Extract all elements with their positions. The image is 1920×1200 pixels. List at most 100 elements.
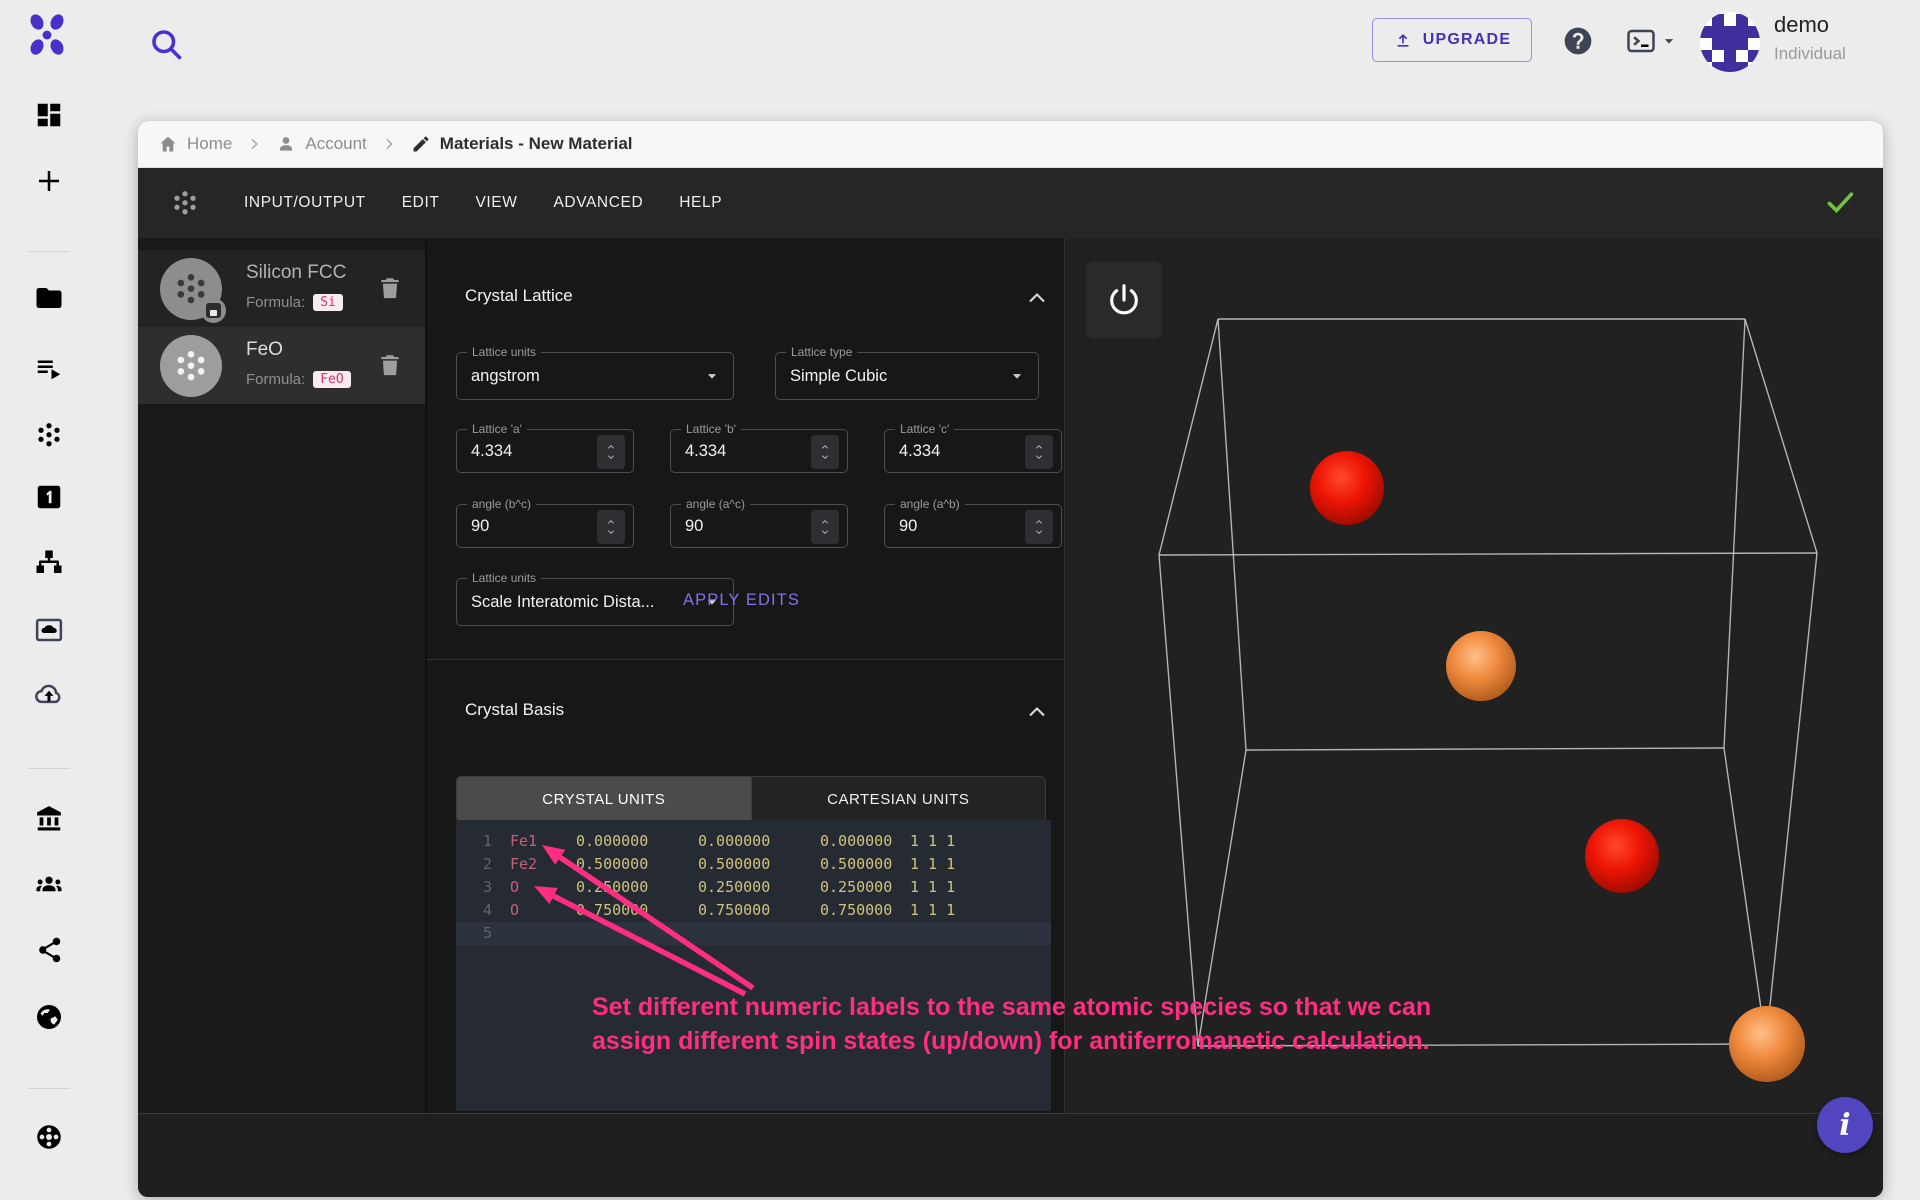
image-icon[interactable] <box>25 606 73 654</box>
material-item-feo[interactable]: FeO Formula: FeO <box>138 327 425 404</box>
coord-z: 0.500000 <box>820 853 910 876</box>
lattice-a-stepper[interactable] <box>597 435 625 469</box>
unit-cell-edge <box>1218 319 1246 750</box>
atom-sphere-fe[interactable] <box>1585 819 1659 893</box>
angle-ac-stepper[interactable] <box>811 510 839 544</box>
helm-icon[interactable] <box>25 1113 73 1161</box>
basis-row[interactable]: 2 Fe2 0.500000 0.500000 0.500000 1 1 1 <box>456 853 1051 876</box>
delete-material-icon[interactable] <box>377 274 403 302</box>
basis-row[interactable]: 1 Fe1 0.000000 0.000000 0.000000 1 1 1 <box>456 830 1051 853</box>
dashboard-icon[interactable] <box>25 91 73 139</box>
menu-item-edit[interactable]: EDIT <box>384 184 458 222</box>
material-avatar <box>160 335 222 397</box>
collapse-basis-icon[interactable] <box>1025 700 1049 724</box>
add-icon[interactable] <box>25 157 73 205</box>
unit-cell-scene[interactable] <box>1065 238 1883 1113</box>
breadcrumb-home[interactable]: Home <box>158 134 232 154</box>
lattice-c-stepper[interactable] <box>1025 435 1053 469</box>
lattice-b-field[interactable]: Lattice 'b' <box>670 429 848 473</box>
constraint-flags: 1 1 1 <box>910 876 955 899</box>
user-avatar[interactable] <box>1700 12 1760 72</box>
saved-badge-icon <box>201 298 226 323</box>
angle-ac-field[interactable]: angle (a^c) <box>670 504 848 548</box>
molecule-icon <box>172 347 210 385</box>
unit-cell-edge <box>1745 319 1817 553</box>
crystal-basis-title: Crystal Basis <box>465 700 564 720</box>
upgrade-button[interactable]: UPGRADE <box>1372 18 1532 62</box>
chevron-right-icon <box>246 136 262 152</box>
menu-item-view[interactable]: VIEW <box>457 184 535 222</box>
cloud-upload-icon[interactable] <box>25 671 73 719</box>
basis-code-editor[interactable]: 1 Fe1 0.000000 0.000000 0.000000 1 1 1 2… <box>456 820 1051 1111</box>
angle-bc-stepper[interactable] <box>597 510 625 544</box>
help-icon[interactable] <box>1562 25 1594 57</box>
menu-item-input-output[interactable]: INPUT/OUTPUT <box>226 184 384 222</box>
molecule-icon[interactable] <box>25 411 73 459</box>
tab-cartesian-units[interactable]: CARTESIAN UNITS <box>752 777 1046 821</box>
globe-icon[interactable] <box>25 993 73 1041</box>
constraint-flags: 1 1 1 <box>910 899 955 922</box>
bank-icon[interactable] <box>25 794 73 842</box>
unit-cell-edge <box>1198 750 1246 1046</box>
lattice-type-select[interactable]: Lattice type <box>775 352 1039 400</box>
unit-cell-edge <box>1246 748 1724 750</box>
basis-row[interactable]: 5 <box>456 922 1051 945</box>
console-menu-button[interactable] <box>1624 24 1682 58</box>
materials-list: Silicon FCC Formula: Si FeO Formula: FeO <box>138 238 425 1113</box>
lattice-units-select[interactable]: Lattice units <box>456 352 734 400</box>
lattice-units-value[interactable] <box>457 353 733 399</box>
lattice-a-field[interactable]: Lattice 'a' <box>456 429 634 473</box>
material-item-silicon-fcc[interactable]: Silicon FCC Formula: Si <box>138 250 425 327</box>
brand-logo-icon[interactable] <box>26 12 68 58</box>
menu-item-advanced[interactable]: ADVANCED <box>535 184 661 222</box>
unit-cell-edge <box>1724 319 1745 748</box>
crystal-lattice-title: Crystal Lattice <box>465 286 573 306</box>
delete-material-icon[interactable] <box>377 351 403 379</box>
power-button[interactable] <box>1086 262 1162 338</box>
coord-z: 0.750000 <box>820 899 910 922</box>
rail-divider <box>28 1088 70 1089</box>
angle-ab-field[interactable]: angle (a^b) <box>884 504 1062 548</box>
material-avatar <box>160 258 222 320</box>
power-icon <box>1106 282 1142 318</box>
constraint-flags: 1 1 1 <box>910 853 955 876</box>
atom-sphere-o[interactable] <box>1729 1006 1805 1082</box>
sitemap-icon[interactable] <box>25 539 73 587</box>
material-formula: Formula: Si <box>246 294 343 311</box>
lattice-b-stepper[interactable] <box>811 435 839 469</box>
lattice-c-field[interactable]: Lattice 'c' <box>884 429 1062 473</box>
menu-item-help[interactable]: HELP <box>661 184 740 222</box>
playlist-play-icon[interactable] <box>25 344 73 392</box>
upgrade-label: UPGRADE <box>1423 31 1511 49</box>
info-button[interactable]: i <box>1817 1097 1873 1153</box>
user-plan: Individual <box>1774 44 1846 64</box>
collapse-lattice-icon[interactable] <box>1025 286 1049 310</box>
unit-cell-edge <box>1159 555 1198 1046</box>
material-name: FeO <box>246 339 283 361</box>
unit-cell-edge <box>1159 553 1817 555</box>
one-badge-icon[interactable] <box>25 473 73 521</box>
tab-crystal-units[interactable]: CRYSTAL UNITS <box>457 777 752 821</box>
angle-ab-stepper[interactable] <box>1025 510 1053 544</box>
lattice-type-value[interactable] <box>776 353 1038 399</box>
basis-row[interactable]: 3 O 0.250000 0.250000 0.250000 1 1 1 <box>456 876 1051 899</box>
folder-icon[interactable] <box>25 274 73 322</box>
share-icon[interactable] <box>25 926 73 974</box>
unit-cell-edge <box>1766 553 1817 1044</box>
apply-edits-button[interactable]: APPLY EDITS <box>677 590 806 611</box>
formula-chip: FeO <box>313 371 350 388</box>
angle-bc-field[interactable]: angle (b^c) <box>456 504 634 548</box>
people-icon[interactable] <box>25 861 73 909</box>
search-icon[interactable] <box>148 26 184 62</box>
atom-sphere-fe[interactable] <box>1310 451 1384 525</box>
atom-sphere-o[interactable] <box>1446 631 1516 701</box>
viewer-3d[interactable] <box>1064 238 1883 1113</box>
coord-x: 0.000000 <box>576 830 698 853</box>
upload-icon <box>1393 30 1413 50</box>
line-number: 4 <box>466 899 492 922</box>
saved-check-icon <box>1823 185 1857 219</box>
terminal-icon <box>1624 26 1658 56</box>
basis-row[interactable]: 4 O 0.750000 0.750000 0.750000 1 1 1 <box>456 899 1051 922</box>
home-icon <box>158 134 178 154</box>
breadcrumb-account[interactable]: Account <box>276 134 366 154</box>
